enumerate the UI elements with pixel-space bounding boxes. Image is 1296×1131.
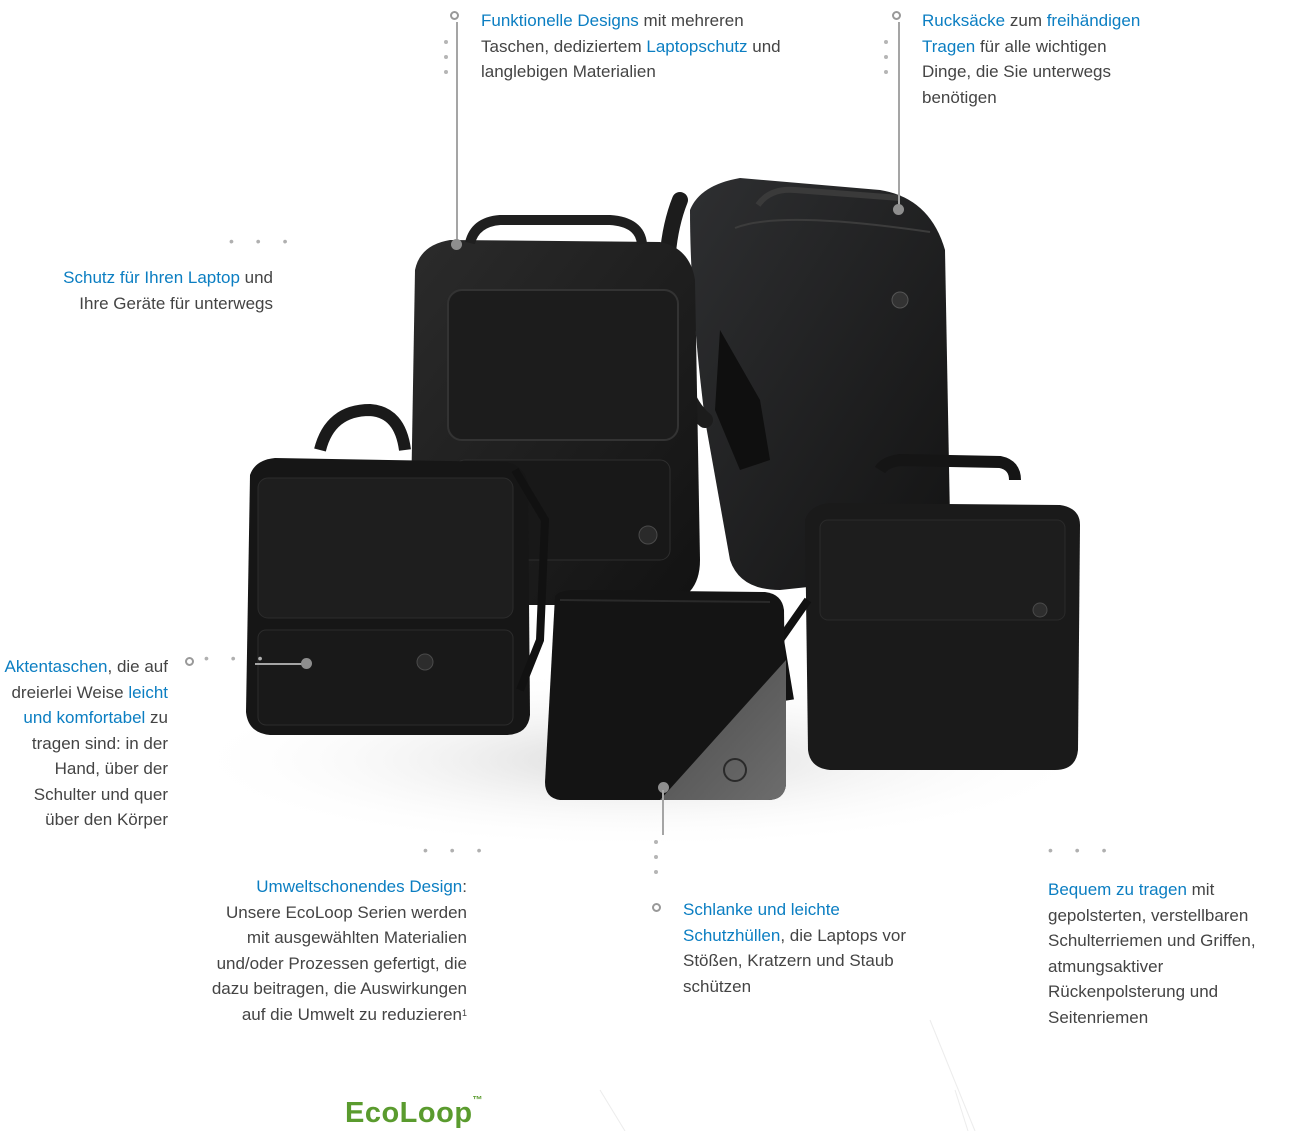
floor-lines [599,1019,976,1131]
highlight-laptopschutz: Laptopschutz [646,36,748,56]
footnote-marker: 1 [461,1007,467,1018]
callout-funktionelle-line [456,22,458,244]
highlight-schutz: Schutz für Ihren Laptop [63,268,240,287]
callout-rucksaecke-start-ring [892,11,901,20]
callout-rucksaecke-line [898,22,900,207]
callout-schutz: Schutz für Ihren Laptop und Ihre Geräte … [63,268,273,313]
callout-bequem-zu-tragen: Bequem zu tragen mit gepolsterten, verst… [1048,880,1256,1027]
callout-funktionelle-end-dot [451,239,462,250]
callout-rucksaecke-end-dot [893,204,904,215]
callout-funktionelle-designs: Funktionelle Designs mit mehreren Tasche… [481,11,781,81]
callout-aktentaschen-line [255,663,305,665]
callout-aktentaschen-dots: • • • [204,650,272,666]
briefcase-right [775,453,1080,770]
highlight-aktentaschen: Aktentaschen [4,657,108,676]
ecoloop-logo: EcoLoop™ [345,1095,484,1129]
laptop-sleeve [545,590,786,800]
callout-umweltschonendes-design: Umweltschonendes Design: Unsere EcoLoop … [211,877,467,1024]
callout-schutz-dots: • • • [229,233,297,249]
callout-schlanke-line [662,790,664,835]
callout-aktentaschen-start-ring [185,657,194,666]
highlight-rucksaecke: Rucksäcke [922,11,1006,30]
callout-schlanke-start-ring [652,903,661,912]
highlight-funktionelle-designs: Funktionelle Designs [481,11,639,30]
highlight-umweltschonendes-design: Umweltschonendes Design [256,877,463,896]
callout-funktionelle-dots [444,40,448,85]
callout-aktentaschen-end-dot [301,658,312,669]
callout-schlanke-dots [654,840,658,885]
callout-umwelt-dots: • • • [423,842,491,858]
callout-funktionelle-start-ring [450,11,459,20]
callout-bequem-dots: • • • [1048,842,1116,858]
highlight-bequem-zu-tragen: Bequem zu tragen [1048,880,1187,899]
callout-schlanke-schutzhuellen: Schlanke und leichte Schutzhüllen, die L… [683,900,907,996]
callout-rucksaecke: Rucksäcke zum freihändigen Tragen für al… [922,11,1141,107]
callout-rucksaecke-dots [884,40,888,85]
callout-aktentaschen: Aktentaschen, die auf dreierlei Weise le… [4,657,168,829]
